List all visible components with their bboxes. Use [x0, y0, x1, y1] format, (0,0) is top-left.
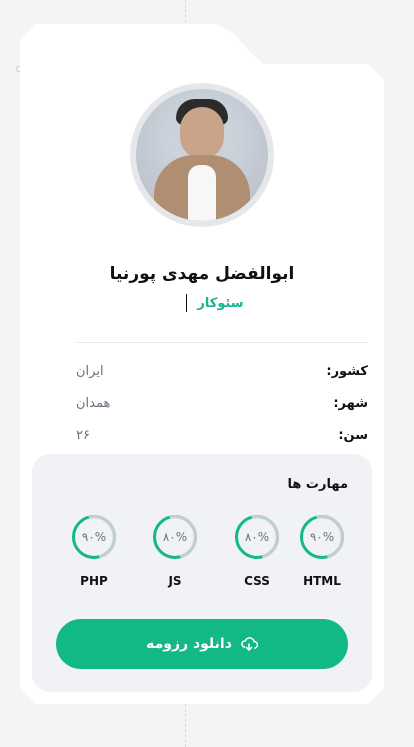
cloud-download-icon — [240, 635, 258, 653]
skill-label-css: CSS — [244, 574, 270, 588]
skill-ring-php: ۹۰% — [72, 515, 116, 559]
skill-label-js: JS — [168, 574, 182, 588]
role-wrap: سئوکار — [170, 293, 260, 313]
skill-percent-js: ۸۰% — [162, 530, 188, 544]
skill-ring-html: ۹۰% — [300, 515, 344, 559]
skill-percent-php: ۹۰% — [81, 530, 107, 544]
avatar-ring — [130, 83, 274, 227]
divider — [76, 342, 368, 343]
profile-role: سئوکار — [197, 295, 244, 311]
avatar — [136, 89, 268, 221]
country-label: کشور: — [326, 364, 368, 379]
city-label: شهر: — [333, 396, 368, 411]
info-row-age: سن: ۲۶ — [76, 428, 368, 443]
country-value: ایران — [76, 364, 104, 379]
download-resume-button[interactable]: دانلود رزومه — [56, 619, 348, 669]
role-separator — [186, 294, 188, 312]
skill-label-html: HTML — [303, 574, 341, 588]
top-dashed-guide — [185, 0, 186, 22]
skills-title: مهارت ها — [287, 477, 348, 492]
avatar-tshirt — [188, 165, 216, 221]
skill-percent-css: ۸۰% — [244, 530, 270, 544]
info-row-city: شهر: همدان — [76, 396, 368, 411]
city-value: همدان — [76, 396, 111, 411]
avatar-face — [180, 107, 224, 159]
age-value: ۲۶ — [76, 428, 90, 443]
profile-name: ابوالفضل مهدی پورنیا — [109, 264, 295, 284]
skill-percent-html: ۹۰% — [309, 530, 335, 544]
skill-label-php: PHP — [80, 574, 108, 588]
bottom-dashed-guide — [185, 704, 186, 747]
info-row-country: کشور: ایران — [76, 364, 368, 379]
skill-ring-js: ۸۰% — [153, 515, 197, 559]
age-label: سن: — [338, 428, 368, 443]
skill-ring-css: ۸۰% — [235, 515, 279, 559]
download-resume-label: دانلود رزومه — [146, 636, 232, 652]
